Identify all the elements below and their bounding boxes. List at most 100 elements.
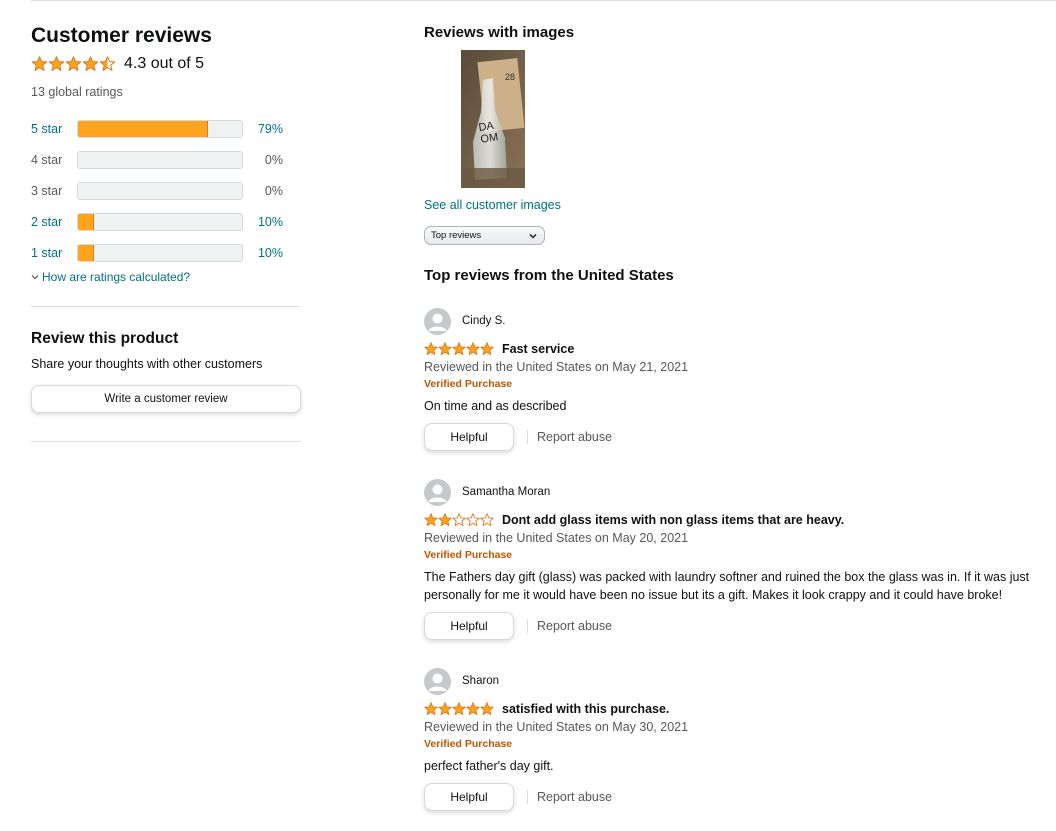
verified-purchase-badge[interactable]: Verified Purchase — [424, 549, 1034, 561]
star-full-icon — [48, 56, 65, 71]
review-title: Fast service — [502, 342, 575, 356]
star-empty-icon — [452, 513, 466, 527]
histogram-star-label[interactable]: 1 star — [31, 246, 77, 260]
star-full-icon — [438, 513, 452, 527]
verified-purchase-badge[interactable]: Verified Purchase — [424, 378, 1034, 390]
user-avatar-icon — [424, 307, 451, 335]
histogram-bar — [77, 243, 243, 262]
histogram-percent: 0% — [264, 152, 283, 167]
review-actions: Helpful Report abuse — [424, 783, 1034, 811]
action-separator — [527, 790, 528, 804]
review-star-rating — [424, 513, 494, 527]
star-full-icon — [438, 342, 452, 356]
star-full-icon — [424, 342, 438, 356]
histogram-bar-fill — [78, 213, 95, 230]
write-review-button[interactable]: Write a customer review — [31, 385, 301, 413]
review-star-rating — [424, 702, 494, 716]
verified-purchase-badge[interactable]: Verified Purchase — [424, 738, 1034, 750]
review-date: Reviewed in the United States on May 20,… — [424, 531, 689, 545]
rating-histogram: 5 star 79% 4 star 0% 3 star 0% 2 star 10% 1 star… — [31, 113, 301, 268]
helpful-button[interactable]: Helpful — [424, 612, 514, 640]
reviewer-profile[interactable]: Cindy S. — [424, 307, 1034, 335]
review-star-rating — [424, 342, 494, 356]
star-full-icon — [452, 702, 466, 716]
star-full-icon — [65, 56, 82, 71]
star-full-icon — [82, 56, 99, 71]
review-item: Sharon satisfied with this purchase. Revie… — [424, 667, 1034, 811]
histogram-percent: 0% — [264, 183, 283, 198]
report-abuse-link[interactable]: Report abuse — [537, 790, 612, 804]
star-full-icon — [424, 513, 438, 527]
histogram-row: 3 star 0% — [31, 175, 301, 206]
action-separator — [527, 430, 528, 444]
section-divider — [31, 306, 301, 307]
review-body: perfect father's day gift. — [424, 759, 554, 773]
histogram-bar — [77, 119, 243, 138]
review-body: On time and as described — [424, 399, 567, 413]
avatar — [424, 478, 451, 506]
average-rating-text: 4.3 out of 5 — [124, 55, 205, 72]
ratings-summary: Customer reviews 4.3 out of 5 13 global … — [31, 20, 301, 442]
histogram-star-label: 4 star — [31, 152, 63, 167]
reviewer-profile[interactable]: Samantha Moran — [424, 478, 1034, 506]
svg-text:28: 28 — [505, 72, 515, 82]
user-avatar-icon — [424, 478, 451, 506]
histogram-percent[interactable]: 10% — [243, 215, 283, 229]
review-title: satisfied with this purchase. — [502, 702, 670, 716]
star-empty-icon — [466, 513, 480, 527]
customer-image-thumbnail[interactable]: 28 DA OM — [461, 50, 525, 188]
sort-selected-value: Top reviews — [431, 230, 482, 241]
star-full-icon — [438, 702, 452, 716]
review-title-row[interactable]: Dont add glass items with non glass item… — [424, 512, 1034, 528]
review-date: Reviewed in the United States on May 21,… — [424, 360, 689, 374]
histogram-percent[interactable]: 79% — [243, 122, 283, 136]
review-list: Cindy S. Fast service Reviewed in the Unit… — [424, 307, 1034, 811]
svg-text:OM: OM — [480, 131, 499, 145]
histogram-row[interactable]: 5 star 79% — [31, 113, 301, 144]
review-this-product-subtitle: Share your thoughts with other customers — [31, 357, 263, 371]
report-abuse-link[interactable]: Report abuse — [537, 619, 612, 633]
histogram-star-label[interactable]: 2 star — [31, 215, 77, 229]
review-title-row[interactable]: Fast service — [424, 341, 1034, 357]
avatar — [424, 307, 451, 335]
average-rating[interactable]: 4.3 out of 5 — [31, 53, 301, 75]
review-title: Dont add glass items with non glass item… — [502, 513, 845, 527]
star-full-icon — [31, 56, 48, 71]
star-half-icon — [99, 56, 116, 71]
chevron-down-icon — [529, 233, 537, 239]
avatar — [424, 667, 451, 695]
histogram-star-label[interactable]: 5 star — [31, 122, 77, 136]
histogram-row[interactable]: 1 star 10% — [31, 237, 301, 268]
histogram-percent[interactable]: 10% — [243, 246, 283, 260]
histogram-bar — [77, 212, 243, 231]
histogram-row[interactable]: 2 star 10% — [31, 206, 301, 237]
review-actions: Helpful Report abuse — [424, 423, 1034, 451]
report-abuse-link[interactable]: Report abuse — [537, 430, 612, 444]
helpful-button[interactable]: Helpful — [424, 423, 514, 451]
action-separator — [527, 619, 528, 633]
top-divider — [31, 0, 1056, 1]
reviews-column: Reviews with images 28 DA OM See all cus… — [424, 20, 1034, 811]
see-all-customer-images-link[interactable]: See all customer images — [424, 198, 1034, 212]
star-full-icon — [480, 342, 494, 356]
histogram-bar — [77, 181, 243, 200]
glass-bottle-photo: 28 DA OM — [461, 50, 525, 188]
how-ratings-calculated-link[interactable]: How are ratings calculated? — [31, 270, 301, 284]
review-actions: Helpful Report abuse — [424, 612, 1034, 640]
helpful-button[interactable]: Helpful — [424, 783, 514, 811]
histogram-bar — [77, 150, 243, 169]
reviewer-name: Cindy S. — [462, 315, 506, 327]
section-divider — [31, 441, 301, 442]
review-body: The Fathers day gift (glass) was packed … — [424, 570, 1030, 602]
star-full-icon — [466, 702, 480, 716]
star-full-icon — [424, 702, 438, 716]
customer-reviews-heading: Customer reviews — [31, 24, 212, 47]
sort-reviews-select[interactable]: Top reviews — [424, 226, 545, 245]
star-full-icon — [480, 702, 494, 716]
star-empty-icon — [480, 513, 494, 527]
histogram-row: 4 star 0% — [31, 144, 301, 175]
review-title-row[interactable]: satisfied with this purchase. — [424, 701, 1034, 717]
user-avatar-icon — [424, 667, 451, 695]
top-reviews-heading: Top reviews from the United States — [424, 267, 674, 284]
reviewer-profile[interactable]: Sharon — [424, 667, 1034, 695]
